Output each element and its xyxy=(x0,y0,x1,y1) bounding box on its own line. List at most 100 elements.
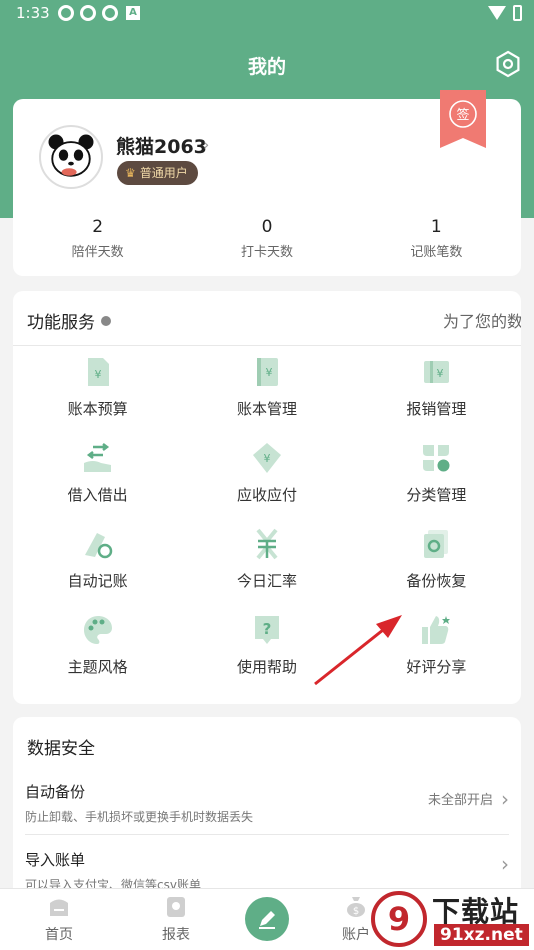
chevron-right-icon: › xyxy=(501,852,509,876)
feature-label: 好评分享 xyxy=(406,658,467,676)
features-header: 功能服务 xyxy=(27,308,111,333)
backup-icon xyxy=(424,530,449,558)
add-record-button[interactable] xyxy=(245,897,289,941)
category-icon xyxy=(423,445,450,472)
page-title: 我的 xyxy=(247,56,286,78)
thumbs-up-icon xyxy=(422,616,451,644)
stat-label: 记账笔数 xyxy=(410,245,463,260)
watermark: 9 下载站 91xz.net xyxy=(370,888,534,950)
svg-text:¥: ¥ xyxy=(263,452,270,465)
feature-label: 备份恢复 xyxy=(406,572,467,590)
notice-marquee: 为了您的数 xyxy=(443,312,521,331)
svg-text:¥: ¥ xyxy=(94,368,101,381)
gear-icon[interactable] xyxy=(494,50,522,78)
ledger-icon: ¥ xyxy=(256,358,278,386)
stat-label: 陪伴天数 xyxy=(71,245,124,260)
status-bar: 1:33 A xyxy=(0,0,534,28)
features-grid: ¥ 账本预算 ¥ 账本管理 ¥ 报销管理 借入借出 ¥ 应收应付 分类管理 自动… xyxy=(13,355,521,683)
row-right: 未全部开启 › xyxy=(427,789,509,809)
feature-label: 主题风格 xyxy=(67,658,128,676)
watermark-url: 91xz.net xyxy=(434,924,529,946)
import-bill-row[interactable]: 导入账单 可以导入支付宝、微信等csv账单 › xyxy=(25,849,509,893)
check-in-ribbon-icon[interactable]: 签 xyxy=(440,90,486,148)
exchange-rate-icon xyxy=(256,528,278,560)
user-name[interactable]: 熊猫2063 xyxy=(116,132,207,159)
stat-value: 2 xyxy=(92,217,104,237)
feature-backup[interactable]: 备份恢复 xyxy=(352,527,521,597)
features-card: 功能服务 为了您的数 ¥ 账本预算 ¥ 账本管理 ¥ 报销管理 借入借出 ¥ 应… xyxy=(13,291,521,704)
panda-avatar-icon xyxy=(48,134,94,177)
avatar[interactable] xyxy=(39,125,103,189)
svg-text:¥: ¥ xyxy=(437,367,444,380)
divider xyxy=(13,345,521,346)
feature-label: 使用帮助 xyxy=(236,658,297,676)
feature-category[interactable]: 分类管理 xyxy=(352,441,521,511)
feature-reimburse[interactable]: ¥ 报销管理 xyxy=(352,355,521,425)
status-time: 1:33 xyxy=(16,4,50,22)
feature-label: 借入借出 xyxy=(67,486,128,504)
notification-icons: A xyxy=(58,5,140,21)
chevron-right-icon[interactable]: › xyxy=(203,135,209,154)
tab-label: 首页 xyxy=(45,927,73,943)
tab-report[interactable]: 报表 xyxy=(146,895,206,944)
watermark-logo-icon: 9 xyxy=(371,891,427,947)
stat-companion-days: 2 陪伴天数 xyxy=(13,217,182,260)
dot-icon xyxy=(101,315,111,326)
stat-value: 0 xyxy=(261,217,273,237)
help-icon: ? xyxy=(254,616,279,644)
stat-value: 1 xyxy=(430,217,442,237)
feature-budget[interactable]: ¥ 账本预算 xyxy=(13,355,182,425)
profile-card: 熊猫2063 › ♛ 普通用户 签 2 陪伴天数 0 打卡天数 1 记账笔数 xyxy=(13,90,521,276)
stats-row: 2 陪伴天数 0 打卡天数 1 记账笔数 xyxy=(13,217,521,260)
feature-label: 账本管理 xyxy=(236,400,297,418)
feature-transfer[interactable]: 借入借出 xyxy=(13,441,182,511)
feature-theme[interactable]: 主题风格 xyxy=(13,613,182,683)
feature-receivable[interactable]: ¥ 应收应付 xyxy=(182,441,351,511)
pen-icon xyxy=(259,911,275,929)
notification-icon xyxy=(102,5,118,21)
tab-label: 报表 xyxy=(162,927,190,943)
divider xyxy=(25,834,509,835)
notification-a-icon: A xyxy=(126,6,140,20)
row-right: › xyxy=(493,852,509,876)
feature-label: 报销管理 xyxy=(406,400,467,418)
svg-text:?: ? xyxy=(263,620,272,638)
security-card: 数据安全 自动备份 防止卸载、手机损坏或更换手机时数据丢失 未全部开启 › 导入… xyxy=(13,717,521,917)
wifi-icon xyxy=(488,6,506,20)
auto-backup-row[interactable]: 自动备份 防止卸载、手机损坏或更换手机时数据丢失 未全部开启 › xyxy=(25,781,509,825)
tab-home[interactable]: 首页 xyxy=(29,895,89,944)
svg-text:$: $ xyxy=(353,906,359,917)
tab-label: 账户 xyxy=(342,927,370,943)
watermark-logo-text: 9 xyxy=(388,900,410,938)
home-icon xyxy=(50,899,68,916)
reimburse-icon: ¥ xyxy=(424,361,450,383)
feature-label: 应收应付 xyxy=(236,486,297,504)
account-icon: $ xyxy=(347,897,365,917)
feature-label: 今日汇率 xyxy=(236,572,297,590)
receivable-icon: ¥ xyxy=(252,443,281,473)
feature-label: 自动记账 xyxy=(67,572,128,590)
features-title: 功能服务 xyxy=(27,313,95,333)
ribbon-text: 签 xyxy=(456,107,469,123)
feature-auto-record[interactable]: 自动记账 xyxy=(13,527,182,597)
budget-icon: ¥ xyxy=(87,358,109,386)
user-level-badge: ♛ 普通用户 xyxy=(117,161,198,185)
stat-label: 打卡天数 xyxy=(240,245,293,260)
transfer-icon xyxy=(83,443,111,472)
notification-icon xyxy=(58,5,74,21)
feature-ledger[interactable]: ¥ 账本管理 xyxy=(182,355,351,425)
feature-exchange-rate[interactable]: 今日汇率 xyxy=(182,527,351,597)
row-status: 未全部开启 xyxy=(427,793,493,808)
palette-icon xyxy=(83,616,112,644)
feature-label: 账本预算 xyxy=(67,400,128,418)
badge-label: 普通用户 xyxy=(139,166,188,180)
feature-label: 分类管理 xyxy=(406,486,467,504)
battery-icon xyxy=(513,5,522,21)
report-icon xyxy=(167,897,185,917)
feature-help[interactable]: ? 使用帮助 xyxy=(182,613,351,683)
row-subtitle: 防止卸载、手机损坏或更换手机时数据丢失 xyxy=(25,810,254,824)
row-title: 导入账单 xyxy=(25,851,86,869)
security-title: 数据安全 xyxy=(27,739,95,759)
feature-share[interactable]: 好评分享 xyxy=(352,613,521,683)
svg-text:¥: ¥ xyxy=(265,366,272,379)
